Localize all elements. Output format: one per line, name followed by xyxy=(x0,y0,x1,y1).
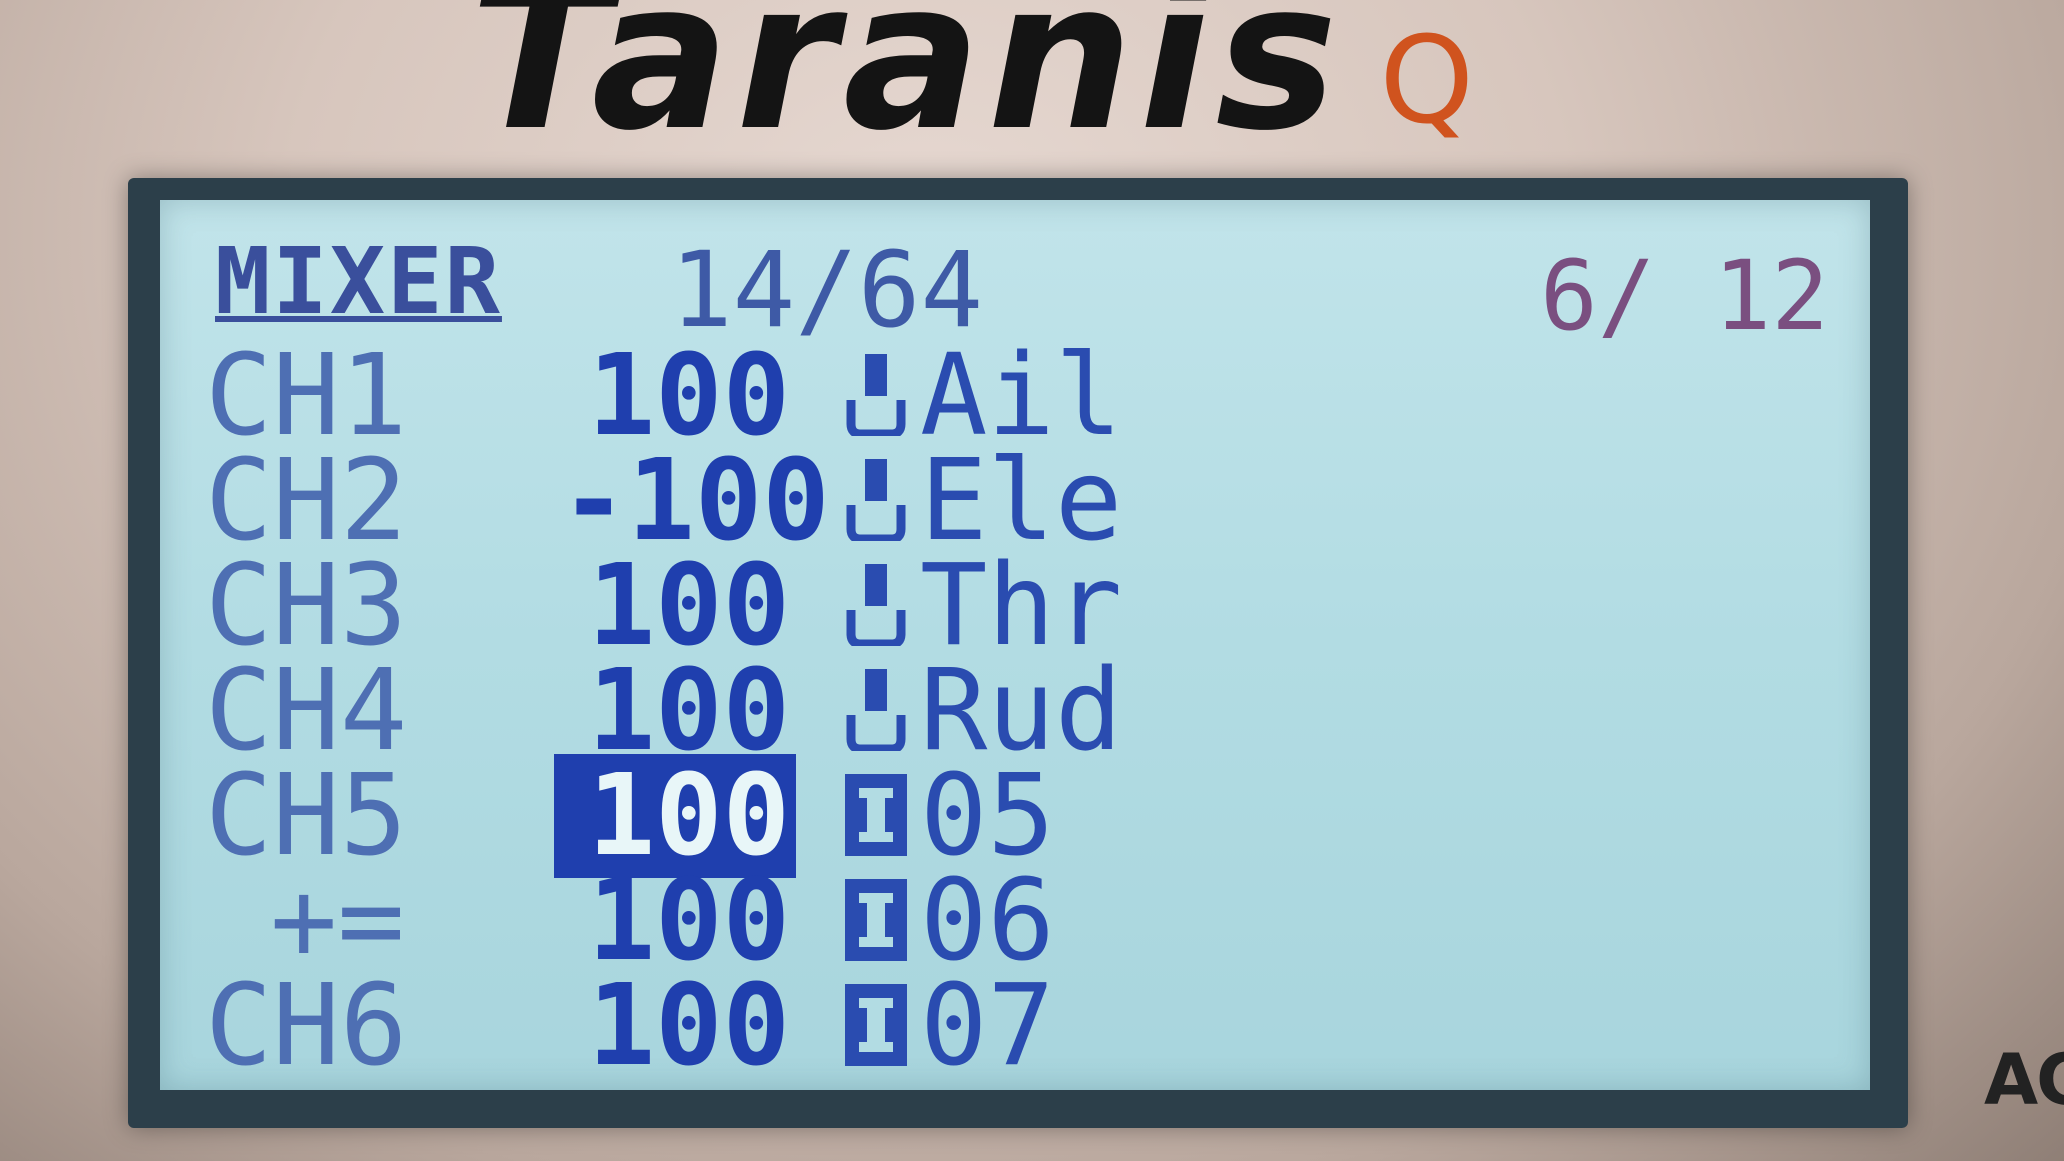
input-icon xyxy=(845,984,907,1066)
corner-label: AC xyxy=(1984,1039,2064,1121)
stick-icon xyxy=(846,564,906,646)
stick-icon xyxy=(846,459,906,541)
screen-title: MIXER xyxy=(215,228,502,335)
mix-row[interactable]: CH2 -100 Ele xyxy=(205,445,1505,557)
mix-row[interactable]: CH3 100 Thr xyxy=(205,550,1505,662)
channel-label: CH6 xyxy=(205,961,408,1091)
brand-logo: Taranis Q xyxy=(470,0,1474,160)
stick-icon xyxy=(846,669,906,751)
brand-name: Taranis xyxy=(470,0,1344,176)
page-indicator: 6/ 12 xyxy=(1540,240,1829,352)
mix-row[interactable]: += 100 06 xyxy=(205,865,1505,977)
input-icon xyxy=(845,879,907,961)
mix-count: 14/64 xyxy=(670,229,984,351)
input-icon xyxy=(845,774,907,856)
mix-source: 07 xyxy=(920,961,1055,1091)
stick-icon xyxy=(846,354,906,436)
mix-weight[interactable]: 100 xyxy=(560,970,790,1082)
mix-row[interactable]: CH1 100 Ail xyxy=(205,340,1505,452)
brand-model: Q xyxy=(1379,12,1474,151)
mix-row-selected[interactable]: CH5 100 05 xyxy=(205,754,1505,878)
lcd-screen: MIXER 14/64 6/ 12 CH1 100 Ail CH2 -100 E… xyxy=(160,200,1870,1090)
mix-row[interactable]: CH6 100 07 xyxy=(205,970,1505,1082)
mix-row[interactable]: CH4 100 Rud xyxy=(205,655,1505,767)
